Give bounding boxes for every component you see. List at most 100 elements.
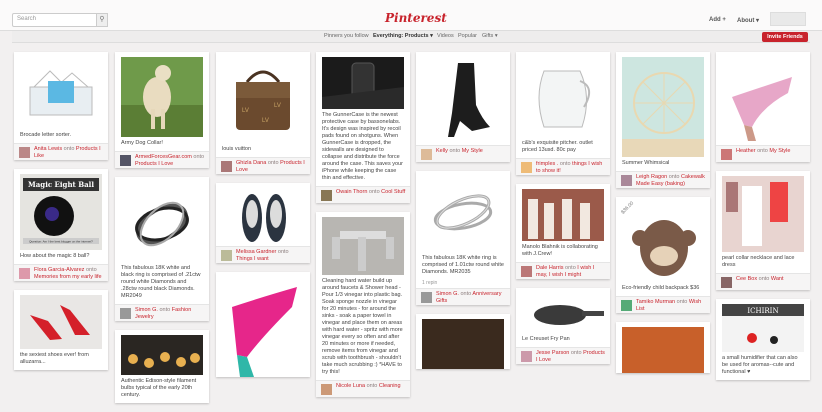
pin-image[interactable]	[722, 176, 804, 252]
pin-card[interactable]: This fabulous 18K white and black ring i…	[115, 177, 209, 321]
pin-attribution: Tamiko Murman onto Wish List	[616, 296, 710, 313]
pin-image[interactable]	[322, 57, 404, 109]
pin-card[interactable]: Le Creuset Fry Pan Jesse Parson onto Pro…	[516, 288, 610, 364]
pin-description: a small humidifier that can also be used…	[722, 355, 798, 375]
avatar	[521, 351, 532, 362]
pin-card[interactable]: Kelly onto My Style	[416, 52, 510, 162]
tab-pinners-you-follow[interactable]: Pinners you follow	[324, 33, 369, 39]
magic-eight-ball-title: Magic Eight Ball	[28, 180, 94, 189]
pin-description: Manolo Blahnik is collaborating with J.C…	[522, 244, 598, 257]
pin-card[interactable]: Heather onto My Style	[716, 52, 810, 162]
pin-attribution: Dale Harris onto I wish I may, I wish I …	[516, 262, 610, 279]
pin-attribution: Anita Lewis onto Products I Like	[14, 143, 108, 160]
add-menu[interactable]: Add +	[709, 17, 726, 23]
pin-card[interactable]: The GunnerCase is the newest protective …	[316, 52, 410, 203]
avatar	[221, 161, 232, 172]
avatar	[421, 292, 432, 303]
pin-card[interactable]: $36.00 Eco-friendly child backpack $36 T…	[616, 197, 710, 313]
invite-friends-button[interactable]: Invite Friends	[762, 32, 808, 42]
avatar	[221, 250, 232, 261]
avatar	[321, 384, 332, 395]
avatar	[120, 308, 131, 319]
avatar	[19, 147, 30, 158]
pin-description: c&b's exquisite pitcher. outlet priced 1…	[522, 140, 593, 153]
avatar	[421, 149, 432, 160]
pin-card[interactable]: Melissa Gardner onto Things I want	[216, 183, 310, 263]
pinterest-logo[interactable]: Pinterest	[385, 11, 447, 25]
pin-image[interactable]: ICHIRIN	[722, 304, 804, 352]
pin-attribution: Heather onto My Style	[716, 145, 810, 162]
pin-image[interactable]	[222, 188, 304, 246]
pin-card[interactable]: LV LV LV louis vuitton Ghizla Dana onto Pr…	[216, 52, 310, 174]
about-menu[interactable]: About ▾	[737, 17, 759, 24]
pin-image[interactable]: $36.00	[616, 197, 704, 282]
pin-image[interactable]	[522, 293, 604, 333]
search-icon[interactable]: ⚲	[96, 13, 108, 27]
pin-image[interactable]: Magic Eight Ball Question: Am I the best …	[20, 174, 102, 250]
tab-everything-products[interactable]: Everything: Products ▾	[373, 33, 433, 39]
user-avatar[interactable]	[770, 12, 806, 26]
pin-image[interactable]	[121, 182, 203, 262]
pin-card[interactable]: Summer Whimsical Leigh Ragon onto Cakewa…	[616, 52, 710, 188]
pin-card[interactable]: c&b's exquisite pitcher. outlet priced 1…	[516, 52, 610, 175]
pin-attribution: Jesse Parson onto Products I Love	[516, 347, 610, 364]
pin-card[interactable]: the sexiest shoes ever! from alluzarra..…	[14, 290, 108, 370]
avatar	[19, 268, 30, 279]
pin-description: Eco-friendly child backpack $36	[622, 285, 700, 291]
pin-image[interactable]	[422, 57, 504, 145]
tab-popular[interactable]: Popular	[458, 33, 477, 39]
pin-card[interactable]: Manolo Blahnik is collaborating with J.C…	[516, 184, 610, 279]
pin-image[interactable]	[522, 189, 604, 241]
svg-text:LV: LV	[274, 103, 281, 109]
pin-card[interactable]: Cleaning hard water build up around fauc…	[316, 212, 410, 397]
pin-image[interactable]: LV LV LV	[222, 57, 304, 143]
pin-image[interactable]	[622, 57, 704, 157]
ichirin-title: ICHIRIN	[747, 307, 778, 315]
pin-card[interactable]	[616, 322, 710, 373]
avatar	[621, 175, 632, 186]
pin-card[interactable]	[416, 314, 510, 369]
pin-card[interactable]: ICHIRIN a small humidifier that can also…	[716, 299, 810, 380]
pin-image[interactable]	[20, 57, 102, 129]
pin-attribution: Simon G. onto Anniversary Gifts	[416, 288, 510, 305]
pin-image[interactable]	[422, 176, 504, 252]
pin-image[interactable]	[20, 295, 102, 349]
pin-card[interactable]: Authentic Edison-style filament bulbs ty…	[115, 330, 209, 403]
pin-image[interactable]	[722, 57, 804, 145]
pin-attribution: Flora Garcia-Alvarez onto Memories from …	[14, 264, 108, 281]
pin-image[interactable]	[222, 277, 304, 377]
avatar	[721, 149, 732, 160]
avatar	[621, 300, 632, 311]
pin-image[interactable]	[622, 327, 704, 373]
pin-description: Summer Whimsical	[622, 160, 670, 166]
pin-description: the sexiest shoes ever! from alluzarra..…	[20, 352, 89, 365]
pin-image[interactable]	[522, 57, 604, 137]
tab-videos[interactable]: Videos	[437, 33, 454, 39]
search-input[interactable]: Search	[12, 13, 108, 27]
pin-attribution: Simon G. onto Fashion Jewelry	[115, 304, 209, 321]
pin-image[interactable]	[422, 319, 504, 369]
svg-text:LV: LV	[262, 118, 269, 124]
pin-attribution: Kelly onto My Style	[416, 145, 510, 162]
pin-attribution: Nicole Luna onto Cleaning	[316, 380, 410, 397]
pin-attribution: ArmedForcesGear.com onto Products I Love	[115, 151, 209, 168]
avatar	[120, 155, 131, 166]
pin-attribution: Cee Box onto Want	[716, 273, 810, 290]
pin-attribution: Ghizla Dana onto Products I Love	[216, 157, 310, 174]
pin-card[interactable]: Army Dog Collar! ArmedForcesGear.com ont…	[115, 52, 209, 168]
pin-image[interactable]	[322, 217, 404, 275]
pin-attribution: Melissa Gardner onto Things I want	[216, 246, 310, 263]
tab-gifts[interactable]: Gifts ▾	[482, 33, 498, 39]
pin-card[interactable]: Magic Eight Ball Question: Am I the best …	[14, 169, 108, 281]
pin-description: Army Dog Collar!	[121, 140, 163, 146]
pin-card[interactable]	[216, 272, 310, 377]
pin-card[interactable]: This fabulous 18K white ring is comprise…	[416, 171, 510, 305]
pin-description: This fabulous 18K white and black ring i…	[121, 265, 201, 299]
pin-description: This fabulous 18K white ring is comprise…	[422, 255, 504, 275]
pin-card[interactable]: Brocade letter sorter. Anita Lewis onto …	[14, 52, 108, 160]
avatar	[321, 190, 332, 201]
pin-image[interactable]	[121, 335, 203, 375]
pin-attribution: Owain Thorn onto Cool Stuff	[316, 186, 410, 203]
pin-card[interactable]: pearl collar necklace and lace dress Cee…	[716, 171, 810, 290]
pin-image[interactable]	[121, 57, 203, 137]
